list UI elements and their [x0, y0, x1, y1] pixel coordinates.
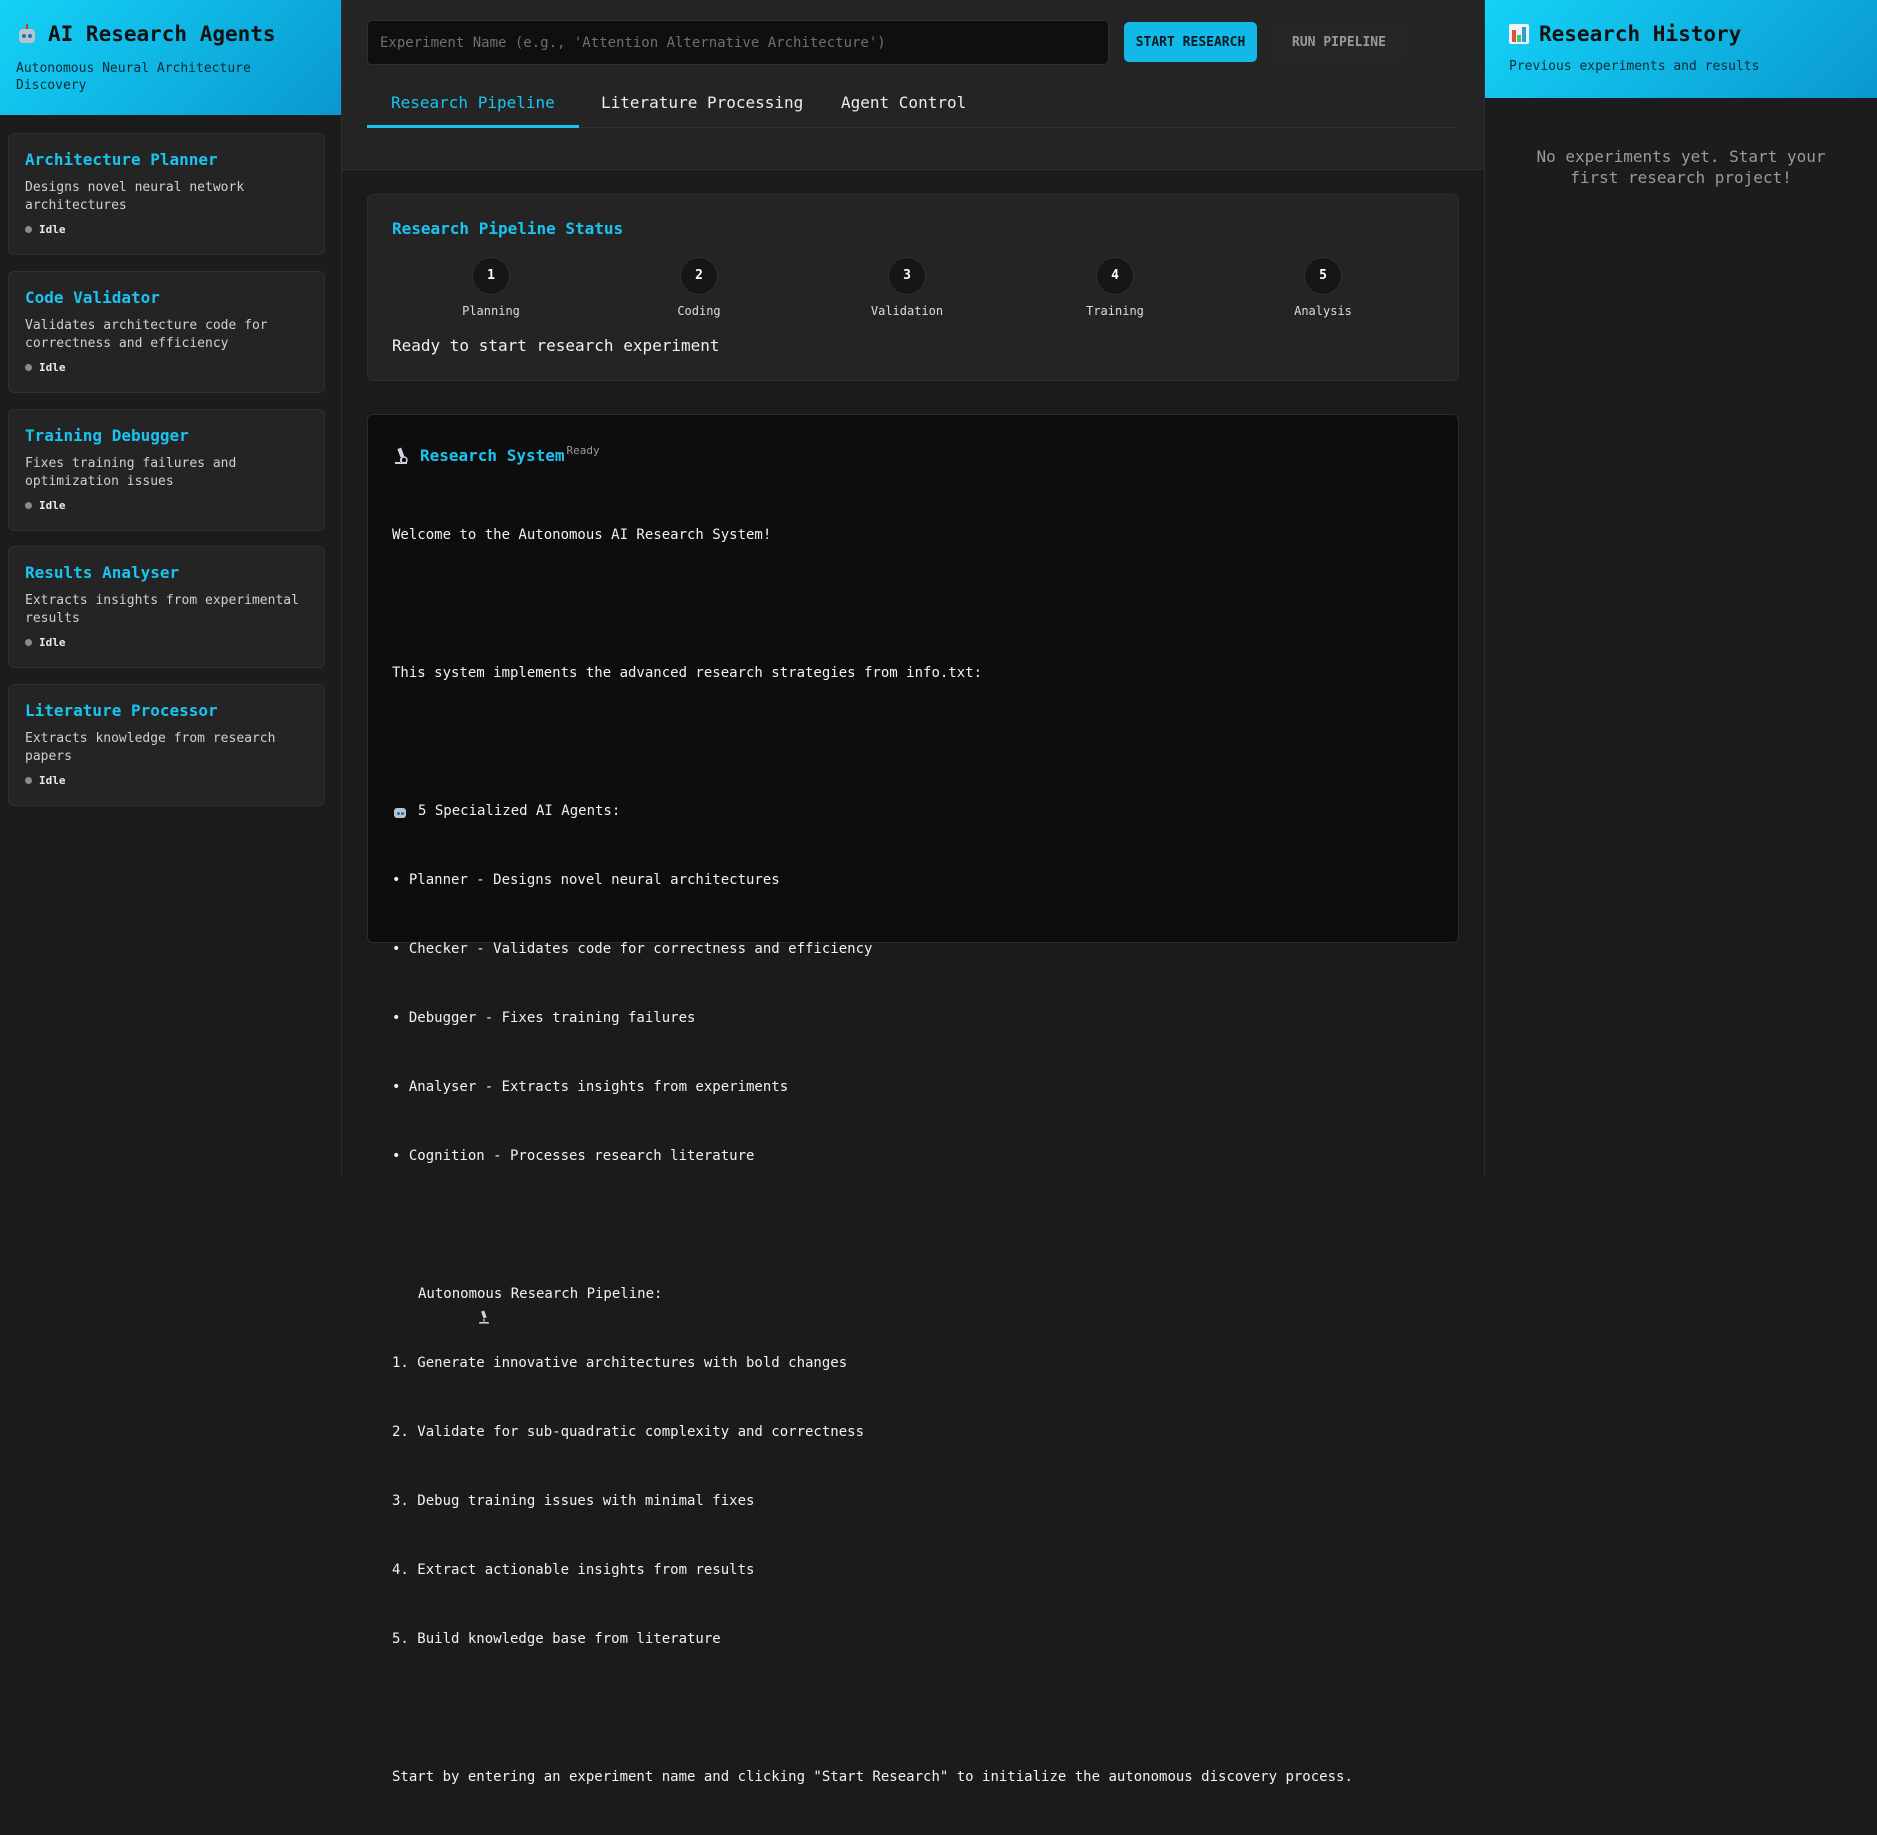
status-dot-icon: [25, 777, 32, 784]
step-label: Coding: [677, 304, 721, 318]
pipeline-step-analysis: 5 Analysis: [1273, 257, 1373, 318]
agent-card-code-validator[interactable]: Code Validator Validates architecture co…: [8, 271, 325, 393]
console-title: Research System: [420, 446, 565, 465]
console-header: Research System Ready: [392, 441, 1434, 465]
console-line: 4. Extract actionable insights from resu…: [392, 1562, 755, 1578]
console-line: 1. Generate innovative architectures wit…: [392, 1355, 848, 1371]
agent-status: Idle: [25, 499, 308, 512]
microscope-icon: [392, 1287, 490, 1324]
agent-name: Literature Processor: [25, 701, 218, 720]
main-panel: START RESEARCH RUN PIPELINE Research Pip…: [342, 0, 1484, 1785]
sidebar-subtitle: Autonomous Neural Architecture Discovery: [16, 61, 251, 93]
console-line: This system implements the advanced rese…: [392, 665, 983, 681]
agent-status-text: Idle: [39, 774, 66, 787]
agent-status-text: Idle: [39, 223, 66, 236]
status-dot-icon: [25, 639, 32, 646]
agent-desc: Extracts knowledge from research papers: [25, 731, 276, 764]
console-line-text: 5 Specialized AI Agents:: [418, 803, 621, 819]
start-research-button[interactable]: START RESEARCH: [1124, 22, 1257, 62]
tab-bar: Research Pipeline Literature Processing …: [367, 85, 1457, 128]
console-line: • Cognition - Processes research literat…: [392, 1148, 755, 1164]
robot-icon: [392, 804, 408, 820]
agent-card-results-analyser[interactable]: Results Analyser Extracts insights from …: [8, 546, 325, 668]
pipeline-title: Research Pipeline Status: [392, 219, 624, 238]
agents-sidebar: AI Research Agents Autonomous Neural Arc…: [0, 0, 342, 1175]
console-line: • Analyser - Extracts insights from expe…: [392, 1079, 789, 1095]
agent-status: Idle: [25, 223, 308, 236]
step-number: 3: [888, 257, 926, 295]
tab-research-pipeline[interactable]: Research Pipeline: [367, 85, 579, 128]
sidebar-title: AI Research Agents: [16, 22, 325, 46]
agent-desc: Designs novel neural network architectur…: [25, 180, 245, 213]
agent-desc: Fixes training failures and optimization…: [25, 456, 237, 489]
agent-status: Idle: [25, 636, 308, 649]
step-number: 5: [1304, 257, 1342, 295]
robot-icon: [16, 23, 38, 45]
experiment-name-input[interactable]: [367, 20, 1109, 65]
history-empty-message: No experiments yet. Start your first res…: [1536, 147, 1826, 187]
agent-card-literature-processor[interactable]: Literature Processor Extracts knowledge …: [8, 684, 325, 806]
agent-status-text: Idle: [39, 636, 66, 649]
agent-card-architecture-planner[interactable]: Architecture Planner Designs novel neura…: [8, 133, 325, 255]
pipeline-step-validation: 3 Validation: [857, 257, 957, 318]
console-line: • Debugger - Fixes training failures: [392, 1010, 696, 1026]
step-number: 2: [680, 257, 718, 295]
agent-card-training-debugger[interactable]: Training Debugger Fixes training failure…: [8, 409, 325, 531]
console-line: 3. Debug training issues with minimal fi…: [392, 1493, 755, 1509]
step-number: 4: [1096, 257, 1134, 295]
step-number: 1: [472, 257, 510, 295]
console-line-agents: 5 Specialized AI Agents:: [392, 800, 1434, 823]
step-label: Planning: [462, 304, 520, 318]
bar-chart-icon: [1509, 24, 1529, 44]
agent-status-text: Idle: [39, 361, 66, 374]
agent-name: Training Debugger: [25, 426, 189, 445]
pipeline-step-coding: 2 Coding: [649, 257, 749, 318]
top-toolbar: START RESEARCH RUN PIPELINE Research Pip…: [342, 0, 1484, 170]
history-subtitle: Previous experiments and results: [1509, 59, 1760, 74]
microscope-icon: [392, 447, 408, 464]
history-title: Research History: [1509, 22, 1853, 46]
step-label: Training: [1086, 304, 1144, 318]
pipeline-status-card: Research Pipeline Status 1 Planning 2 Co…: [367, 194, 1459, 381]
agent-name: Architecture Planner: [25, 150, 218, 169]
sidebar-title-text: AI Research Agents: [48, 22, 276, 46]
console-line: Welcome to the Autonomous AI Research Sy…: [392, 527, 772, 543]
sidebar-header: AI Research Agents Autonomous Neural Arc…: [0, 0, 341, 115]
history-title-text: Research History: [1539, 22, 1742, 46]
agent-status: Idle: [25, 774, 308, 787]
console-line: 5. Build knowledge base from literature: [392, 1631, 721, 1647]
history-header: Research History Previous experiments an…: [1485, 0, 1877, 98]
console-status-badge: Ready: [566, 444, 600, 457]
agent-desc: Extracts insights from experimental resu…: [25, 593, 299, 626]
agent-desc: Validates architecture code for correctn…: [25, 318, 268, 351]
pipeline-step-planning: 1 Planning: [441, 257, 541, 318]
tab-agent-control[interactable]: Agent Control: [817, 85, 990, 128]
tab-literature-processing[interactable]: Literature Processing: [577, 85, 827, 128]
console-line-pipeline: Autonomous Research Pipeline:: [392, 1283, 1434, 1324]
status-dot-icon: [25, 364, 32, 371]
step-label: Validation: [870, 304, 944, 318]
console-line-text: Autonomous Research Pipeline:: [418, 1286, 663, 1302]
console-line: • Checker - Validates code for correctne…: [392, 941, 873, 957]
research-console: Research System Ready Welcome to the Aut…: [367, 414, 1459, 1785]
agent-status: Idle: [25, 361, 308, 374]
pipeline-step-training: 4 Training: [1065, 257, 1165, 318]
console-line: Start by entering an experiment name and…: [392, 1769, 1353, 1785]
status-dot-icon: [25, 502, 32, 509]
step-label: Analysis: [1294, 304, 1352, 318]
console-log: Welcome to the Autonomous AI Research Sy…: [392, 478, 1434, 1835]
console-line: 2. Validate for sub-quadratic complexity…: [392, 1424, 865, 1440]
agent-status-text: Idle: [39, 499, 66, 512]
history-sidebar: Research History Previous experiments an…: [1484, 0, 1877, 1175]
agent-name: Code Validator: [25, 288, 160, 307]
pipeline-status-text: Ready to start research experiment: [392, 336, 720, 355]
status-dot-icon: [25, 226, 32, 233]
agent-name: Results Analyser: [25, 563, 180, 582]
run-pipeline-button[interactable]: RUN PIPELINE: [1272, 22, 1406, 62]
console-line: • Planner - Designs novel neural archite…: [392, 872, 780, 888]
